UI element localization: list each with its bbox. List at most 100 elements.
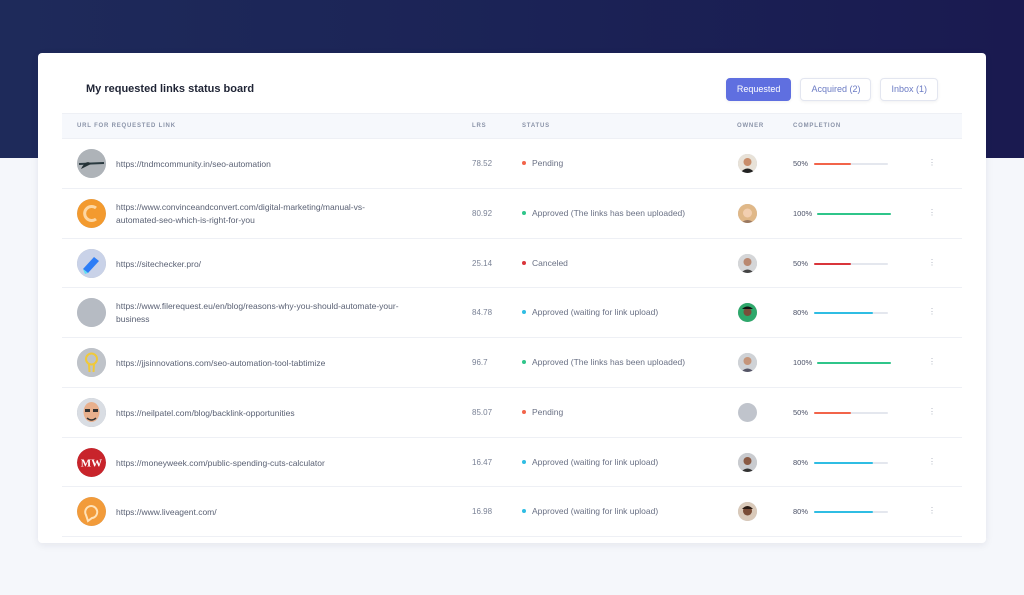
completion-percent: 50%	[793, 159, 809, 168]
completion-bar-fill	[814, 262, 851, 265]
row-menu-icon[interactable]: ⋮	[928, 208, 936, 217]
status-badge: Approved (The links has been uploaded)	[522, 357, 685, 367]
status-badge: Approved (waiting for link upload)	[522, 307, 658, 317]
table-row[interactable]: https://www.liveagent.com/ 16.98 Approve…	[62, 487, 962, 537]
avatar[interactable]	[738, 452, 757, 472]
column-header-lrs[interactable]: LRS	[472, 123, 486, 129]
completion-bar-fill	[814, 411, 851, 414]
table-row[interactable]: https://www.convinceandconvert.com/digit…	[62, 189, 962, 239]
table-row[interactable]: https://www.filerequest.eu/en/blog/reaso…	[62, 288, 962, 338]
link-url-line1: https://www.convinceandconvert.com/digit…	[116, 201, 365, 212]
avatar[interactable]	[738, 353, 757, 372]
status-dot-icon	[522, 210, 526, 215]
row-menu-icon[interactable]: ⋮	[928, 457, 936, 466]
status-board-card: My requested links status board Requeste…	[38, 53, 986, 543]
link-url[interactable]: https://neilpatel.com/blog/backlink-oppo…	[116, 407, 446, 420]
row-menu-icon[interactable]: ⋮	[928, 307, 936, 316]
status-dot-icon	[522, 360, 526, 364]
link-url[interactable]: https://www.convinceandconvert.com/digit…	[116, 201, 446, 227]
row-menu-icon[interactable]: ⋮	[928, 158, 936, 167]
table-header: URL FOR REQUESTED LINK LRS STATUS OWNER …	[62, 113, 962, 139]
tab-bar: Requested Acquired (2) Inbox (1)	[725, 78, 938, 101]
svg-text:MW: MW	[81, 457, 102, 469]
link-url[interactable]: https://www.filerequest.eu/en/blog/reaso…	[116, 300, 446, 326]
link-url-line1: https://jjsinnovations.com/seo-automatio…	[116, 358, 326, 368]
lrs-value: 84.78	[472, 308, 493, 318]
status-dot-icon	[522, 459, 526, 464]
status-badge: Approved (waiting for link upload)	[522, 457, 658, 467]
filerequest-logo-icon	[77, 298, 106, 328]
page-title: My requested links status board	[86, 83, 255, 95]
link-url[interactable]: https://sitechecker.pro/	[116, 258, 446, 271]
link-url[interactable]: https://jjsinnovations.com/seo-automatio…	[116, 357, 446, 370]
tab-requested[interactable]: Requested	[725, 78, 792, 101]
table-row[interactable]: https://neilpatel.com/blog/backlink-oppo…	[62, 388, 962, 438]
row-menu-icon[interactable]: ⋮	[928, 357, 936, 366]
table-row[interactable]: https://sitechecker.pro/ 25.14 Canceled …	[62, 239, 962, 289]
completion-percent: 100%	[793, 208, 813, 218]
link-url-line1: https://tndmcommunity.in/seo-automation	[116, 159, 271, 169]
status-text: Approved (waiting for link upload)	[532, 506, 659, 517]
avatar[interactable]	[738, 402, 757, 422]
sitechecker-logo-icon	[77, 248, 106, 278]
neilpatel-logo-icon	[77, 397, 106, 427]
table-body: https://tndmcommunity.in/seo-automation …	[62, 139, 962, 537]
avatar[interactable]	[738, 154, 757, 173]
completion-bar	[817, 362, 891, 364]
convince-logo-icon	[77, 198, 106, 228]
link-url-line2: automated-seo-which-is-right-for-you	[116, 214, 255, 225]
status-dot-icon	[522, 409, 526, 414]
completion-bar	[814, 461, 888, 464]
column-header-owner[interactable]: OWNER	[737, 123, 764, 129]
liveagent-logo-icon	[77, 497, 106, 527]
column-header-completion[interactable]: COMPLETION	[793, 123, 841, 129]
status-badge: Pending	[522, 158, 563, 168]
completion-percent: 80%	[793, 507, 809, 517]
avatar[interactable]	[738, 253, 757, 273]
jjs-bulb-logo-icon	[77, 348, 106, 377]
table-row[interactable]: MW https://moneyweek.com/public-spending…	[62, 438, 962, 488]
link-url-line1: https://neilpatel.com/blog/backlink-oppo…	[116, 407, 295, 418]
avatar[interactable]	[738, 203, 757, 223]
table-row[interactable]: https://tndmcommunity.in/seo-automation …	[62, 139, 962, 189]
tab-acquired[interactable]: Acquired (2)	[800, 78, 872, 101]
lrs-value: 85.07	[472, 407, 493, 417]
completion-bar-fill	[814, 163, 851, 165]
lrs-value: 80.92	[472, 208, 493, 218]
link-url-line1: https://www.filerequest.eu/en/blog/reaso…	[116, 301, 399, 312]
link-url-line1: https://www.liveagent.com/	[116, 507, 217, 518]
status-text: Approved (waiting for link upload)	[532, 307, 659, 318]
row-menu-icon[interactable]: ⋮	[928, 506, 936, 515]
completion-bar-fill	[814, 461, 874, 464]
card-header: My requested links status board Requeste…	[38, 53, 986, 113]
status-text: Approved (The links has been uploaded)	[532, 207, 686, 218]
status-text: Canceled	[532, 257, 568, 268]
completion-bar-fill	[817, 362, 891, 364]
completion-bar-fill	[814, 312, 874, 315]
column-header-url[interactable]: URL FOR REQUESTED LINK	[77, 123, 176, 129]
completion-percent: 80%	[793, 457, 809, 467]
column-header-status[interactable]: STATUS	[522, 123, 550, 129]
lrs-value: 16.98	[472, 507, 493, 517]
moneyweek-logo-icon: MW	[77, 447, 106, 477]
status-text: Pending	[532, 158, 564, 168]
table-row[interactable]: https://jjsinnovations.com/seo-automatio…	[62, 338, 962, 388]
completion-bar	[814, 411, 888, 414]
status-badge: Canceled	[522, 258, 568, 268]
status-badge: Approved (The links has been uploaded)	[522, 208, 685, 218]
completion-percent: 50%	[793, 407, 809, 417]
avatar[interactable]	[738, 303, 757, 323]
status-text: Approved (waiting for link upload)	[532, 456, 659, 467]
tndm-logo-icon	[77, 149, 106, 178]
completion-bar	[814, 163, 888, 165]
avatar[interactable]	[738, 502, 757, 522]
tab-inbox[interactable]: Inbox (1)	[880, 78, 938, 101]
link-url[interactable]: https://tndmcommunity.in/seo-automation	[116, 158, 446, 171]
row-menu-icon[interactable]: ⋮	[928, 407, 936, 416]
completion-percent: 100%	[793, 358, 813, 367]
link-url[interactable]: https://moneyweek.com/public-spending-cu…	[116, 457, 446, 470]
status-badge: Pending	[522, 407, 563, 417]
row-menu-icon[interactable]: ⋮	[928, 258, 936, 267]
status-text: Approved (The links has been uploaded)	[532, 357, 686, 367]
link-url[interactable]: https://www.liveagent.com/	[116, 506, 446, 519]
